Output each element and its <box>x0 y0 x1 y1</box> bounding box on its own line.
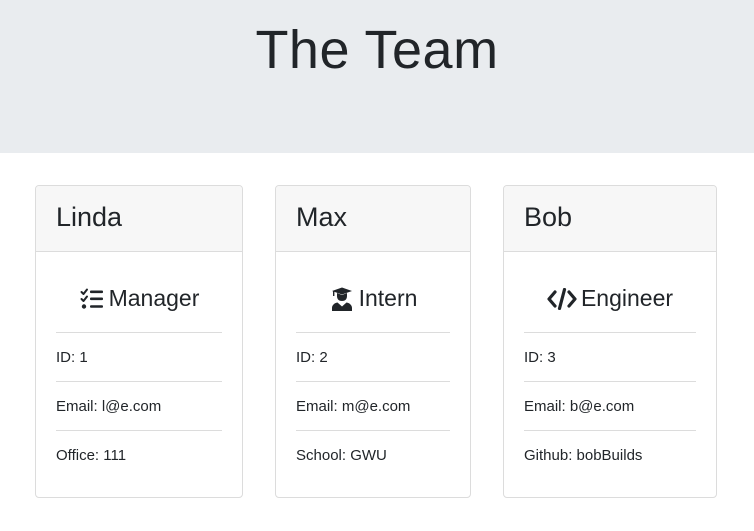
role-label: Manager <box>108 285 200 311</box>
employee-name: Max <box>296 202 348 232</box>
email-row: Email: l@e.com <box>56 382 222 431</box>
github-row: Github: bobBuilds <box>524 447 643 464</box>
card-header: Max <box>276 186 470 252</box>
card-header: Linda <box>36 186 242 252</box>
role-row: Manager <box>56 252 222 333</box>
tasks-icon <box>79 286 105 312</box>
role-label: Intern <box>358 285 418 311</box>
role-label: Engineer <box>580 285 674 311</box>
card-body: Engineer ID: 3 Email: b@e.com Github: bo… <box>504 252 716 480</box>
header-jumbotron: The Team <box>0 0 754 153</box>
employee-card-manager: Linda Manager ID: 1 Email: l@e.com Offic… <box>35 185 243 498</box>
role-row: Intern <box>296 252 450 333</box>
id-row: ID: 3 <box>524 333 696 382</box>
card-body: Manager ID: 1 Email: l@e.com Office: 111 <box>36 252 242 480</box>
card-header: Bob <box>504 186 716 252</box>
email-row: Email: b@e.com <box>524 382 696 431</box>
employee-name: Linda <box>56 202 123 232</box>
email-row: Email: m@e.com <box>296 382 450 431</box>
role-row: Engineer <box>524 252 696 333</box>
office-row: Office: 111 <box>56 447 127 464</box>
id-row: ID: 1 <box>56 333 222 382</box>
employee-card-engineer: Bob Engineer ID: 3 Email: b@e.com Github… <box>503 185 717 498</box>
card-body: Intern ID: 2 Email: m@e.com School: GWU <box>276 252 470 480</box>
user-graduate-icon <box>329 286 355 312</box>
page-title: The Team <box>255 20 499 80</box>
code-icon <box>547 286 577 312</box>
id-row: ID: 2 <box>296 333 450 382</box>
school-row: School: GWU <box>296 447 387 464</box>
employee-card-intern: Max Intern ID: 2 Email: m@e.com School: … <box>275 185 471 498</box>
employee-name: Bob <box>524 202 573 232</box>
